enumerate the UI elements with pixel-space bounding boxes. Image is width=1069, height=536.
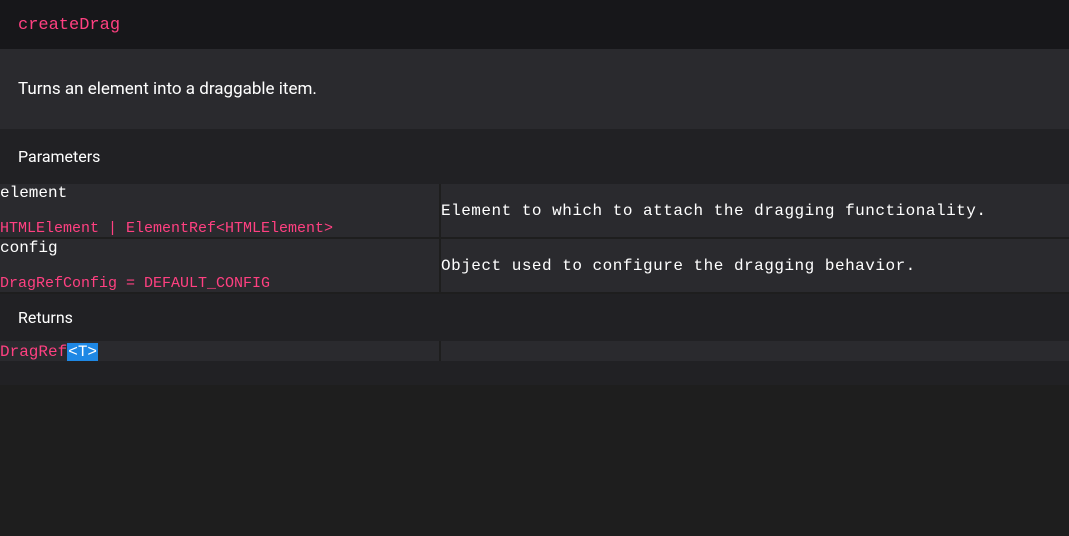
returns-row: DragRef<T> (0, 341, 1069, 361)
returns-table: DragRef<T> (0, 341, 1069, 361)
parameter-name-cell: element HTMLElement | ElementRef<HTMLEle… (0, 184, 440, 238)
parameter-name: config (0, 239, 439, 257)
parameter-name-cell: config DragRefConfig = DEFAULT_CONFIG (0, 238, 440, 293)
parameter-description: Object used to configure the dragging be… (440, 238, 1069, 293)
bottom-bar (0, 361, 1069, 385)
parameter-type: DragRefConfig = DEFAULT_CONFIG (0, 275, 439, 292)
returns-type-generic: <T> (67, 343, 98, 361)
parameter-row: element HTMLElement | ElementRef<HTMLEle… (0, 184, 1069, 238)
returns-type-cell: DragRef<T> (0, 341, 440, 361)
returns-description-cell (440, 341, 1069, 361)
parameters-header: Parameters (0, 129, 1069, 184)
parameter-name: element (0, 184, 439, 202)
method-description: Turns an element into a draggable item. (0, 49, 1069, 129)
returns-type-prefix: DragRef (0, 343, 67, 361)
parameter-row: config DragRefConfig = DEFAULT_CONFIG Ob… (0, 238, 1069, 293)
method-header: createDrag (0, 0, 1069, 49)
parameters-table: element HTMLElement | ElementRef<HTMLEle… (0, 184, 1069, 294)
parameter-type: HTMLElement | ElementRef<HTMLElement> (0, 220, 439, 237)
returns-header: Returns (0, 294, 1069, 341)
parameter-description: Element to which to attach the dragging … (440, 184, 1069, 238)
method-name: createDrag (18, 16, 120, 35)
